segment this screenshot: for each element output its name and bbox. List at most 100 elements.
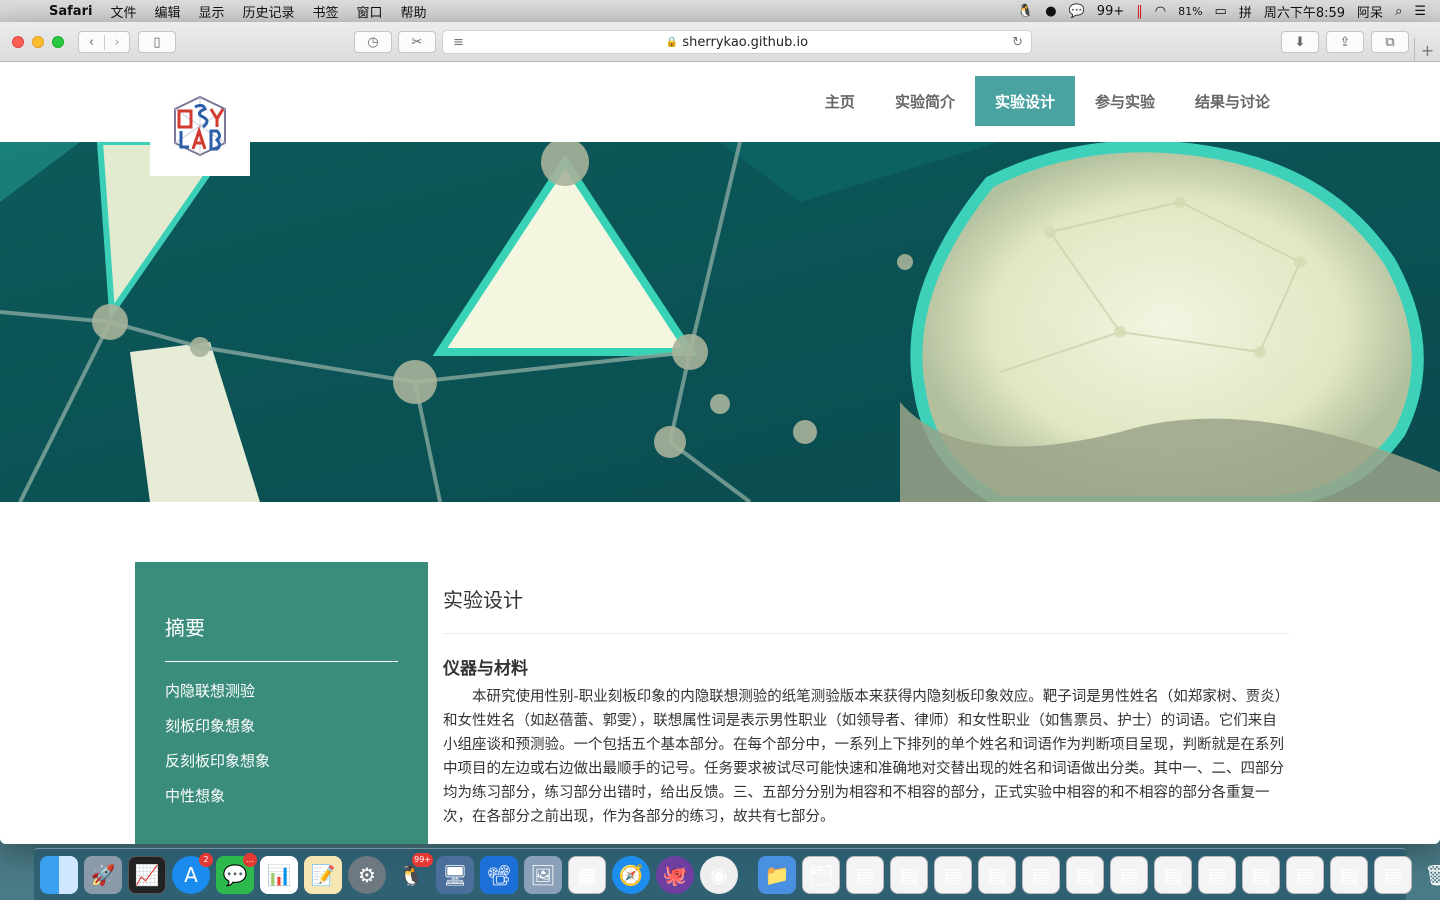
- minimized-window-4-icon[interactable]: ▤: [978, 855, 1016, 894]
- wechat-badge: …: [243, 852, 257, 867]
- dock: 🚀 📈 A2 💬… 📊 📝 ⚙ 🐧 99+ 🖥 📽 🖼 ▦ 🧭 🐙 ◉ 📁 🗂 ▤…: [34, 848, 1440, 900]
- minimize-window-button[interactable]: [32, 35, 44, 48]
- menu-help[interactable]: 帮助: [392, 2, 436, 21]
- input-method[interactable]: 拼: [1239, 2, 1252, 21]
- numbers-icon[interactable]: 📊: [260, 855, 298, 894]
- minimized-window-1-icon[interactable]: ▤: [846, 855, 884, 894]
- safari-icon[interactable]: 🧭: [612, 855, 650, 894]
- applications-folder-icon[interactable]: 📁: [758, 855, 796, 894]
- menu-bookmarks[interactable]: 书签: [304, 2, 348, 21]
- github-desktop-icon[interactable]: 🐙: [656, 855, 694, 894]
- wechat-icon[interactable]: 💬…: [216, 852, 257, 894]
- keynote-icon[interactable]: 📽: [480, 855, 518, 894]
- wifi-icon[interactable]: ◠: [1155, 4, 1166, 19]
- lock-icon: 🔒: [665, 36, 679, 48]
- sidebar-toggle-button[interactable]: ▯: [138, 31, 176, 53]
- reload-icon[interactable]: ↻: [1012, 35, 1023, 50]
- reader-icon[interactable]: ≡: [453, 35, 464, 50]
- minimized-window-10-icon[interactable]: ▤: [1242, 855, 1280, 894]
- windows-app-icon[interactable]: ▦: [568, 855, 606, 894]
- safari-window: ‹ › ▯ ◷ ✂ ≡ 🔒 sherrykao.github.io ↻ ⬇ ⇪ …: [0, 22, 1440, 844]
- nav-home[interactable]: 主页: [805, 76, 875, 126]
- minimized-window-6-icon[interactable]: ▤: [1066, 855, 1104, 894]
- menu-file[interactable]: 文件: [101, 2, 145, 21]
- nav-design[interactable]: 实验设计: [974, 76, 1075, 126]
- back-icon[interactable]: ‹: [79, 35, 104, 50]
- sidebar-icon: ▯: [153, 34, 161, 50]
- parallels-icon[interactable]: ‖: [1136, 4, 1143, 19]
- tabs-overview-button[interactable]: ⧉: [1371, 31, 1409, 53]
- menu-app-name[interactable]: Safari: [40, 4, 101, 19]
- sidebar-link-stereotype[interactable]: 刻板印象想象: [165, 715, 398, 736]
- clock-icon: ◷: [367, 34, 379, 50]
- extension-button[interactable]: ✂: [398, 31, 436, 53]
- battery-icon[interactable]: ▭: [1215, 4, 1227, 19]
- parallels-desktop-icon[interactable]: 🖥: [436, 855, 474, 894]
- share-icon: ⇪: [1339, 34, 1351, 50]
- web-page: 主页 实验简介 实验设计 参与实验 结果与讨论 摘要 内隐联想测验 刻板印象想象…: [0, 62, 1440, 844]
- share-button[interactable]: ⇪: [1326, 31, 1364, 53]
- forward-icon[interactable]: ›: [103, 34, 129, 50]
- nav-participate[interactable]: 参与实验: [1075, 76, 1175, 126]
- menu-history[interactable]: 历史记录: [233, 2, 303, 21]
- menu-window[interactable]: 窗口: [348, 2, 392, 21]
- sidebar-link-neutral[interactable]: 中性想象: [165, 785, 398, 806]
- back-forward-group: ‹ ›: [78, 31, 130, 53]
- evernote-icon[interactable]: ●: [1045, 4, 1056, 19]
- downloads-stack-icon[interactable]: 🗂: [802, 855, 840, 894]
- history-button[interactable]: ◷: [354, 31, 392, 53]
- maximize-window-button[interactable]: [52, 35, 64, 48]
- close-window-button[interactable]: [12, 35, 24, 48]
- abstract-sidebar: 摘要 内隐联想测验 刻板印象想象 反刻板印象想象 中性想象: [135, 562, 428, 844]
- minimized-window-9-icon[interactable]: ▤: [1198, 855, 1236, 894]
- new-tab-button[interactable]: +: [1414, 38, 1440, 62]
- materials-paragraph: 本研究使用性别-职业刻板印象的内隐联想测验的纸笔测验版本来获得内隐刻板印象效应。…: [443, 689, 1290, 825]
- notification-count[interactable]: 99+: [1097, 4, 1124, 19]
- minimized-window-12-icon[interactable]: ▤: [1330, 855, 1368, 894]
- finder-icon[interactable]: [40, 855, 78, 894]
- page-title: 实验设计: [443, 562, 1290, 634]
- menu-view[interactable]: 显示: [189, 2, 233, 21]
- trash-icon[interactable]: 🗑: [1418, 856, 1440, 894]
- minimized-window-3-icon[interactable]: ▤: [934, 855, 972, 894]
- notification-center-icon[interactable]: ☰: [1414, 4, 1426, 19]
- nav-results[interactable]: 结果与讨论: [1175, 76, 1290, 126]
- user-name[interactable]: 阿呆: [1357, 2, 1383, 21]
- psy-lab-logo-icon: [174, 95, 226, 157]
- site-logo[interactable]: [150, 76, 250, 176]
- launchpad-icon[interactable]: 🚀: [84, 855, 122, 894]
- qq-status-icon[interactable]: 🐧: [1017, 4, 1033, 19]
- tabs-icon: ⧉: [1385, 34, 1395, 50]
- url-text: sherrykao.github.io: [682, 34, 809, 50]
- minimized-window-8-icon[interactable]: ▤: [1154, 855, 1192, 894]
- address-bar[interactable]: ≡ 🔒 sherrykao.github.io ↻: [442, 30, 1032, 54]
- app-store-icon[interactable]: A2: [172, 852, 213, 894]
- status-area: 🐧 ● 💬 99+ ‖ ◠ 81% ▭ 拼 周六下午8:59 阿呆 ⌕ ☰: [1017, 2, 1440, 21]
- chrome-icon[interactable]: ◉: [700, 855, 738, 894]
- clock[interactable]: 周六下午8:59: [1264, 2, 1345, 21]
- spotlight-icon[interactable]: ⌕: [1395, 4, 1402, 19]
- sidebar-link-counter-stereotype[interactable]: 反刻板印象想象: [165, 750, 398, 771]
- main-nav: 主页 实验简介 实验设计 参与实验 结果与讨论: [805, 76, 1290, 126]
- window-controls: [0, 35, 64, 48]
- menu-edit[interactable]: 编辑: [145, 2, 189, 21]
- qq-icon[interactable]: 🐧 99+: [392, 852, 433, 894]
- preview-icon[interactable]: 🖼: [524, 855, 562, 894]
- wechat-status-icon[interactable]: 💬: [1069, 4, 1085, 19]
- minimized-window-7-icon[interactable]: ▤: [1110, 855, 1148, 894]
- extension-icon: ✂: [411, 34, 423, 50]
- minimized-window-11-icon[interactable]: ▤: [1286, 855, 1324, 894]
- minimized-window-13-icon[interactable]: ▤: [1374, 855, 1412, 894]
- hero-banner: [0, 142, 1440, 502]
- section-heading-materials: 仪器与材料: [443, 659, 528, 679]
- nav-intro[interactable]: 实验简介: [875, 76, 975, 126]
- system-preferences-icon[interactable]: ⚙: [348, 855, 386, 894]
- sidebar-title: 摘要: [165, 612, 398, 662]
- minimized-window-2-icon[interactable]: ▤: [890, 855, 928, 894]
- sidebar-link-iat[interactable]: 内隐联想测验: [165, 680, 398, 701]
- activity-monitor-icon[interactable]: 📈: [128, 855, 166, 894]
- downloads-button[interactable]: ⬇: [1281, 31, 1319, 53]
- pages-icon[interactable]: 📝: [304, 855, 342, 894]
- minimized-window-5-icon[interactable]: ▤: [1022, 855, 1060, 894]
- site-header: 主页 实验简介 实验设计 参与实验 结果与讨论: [0, 62, 1440, 176]
